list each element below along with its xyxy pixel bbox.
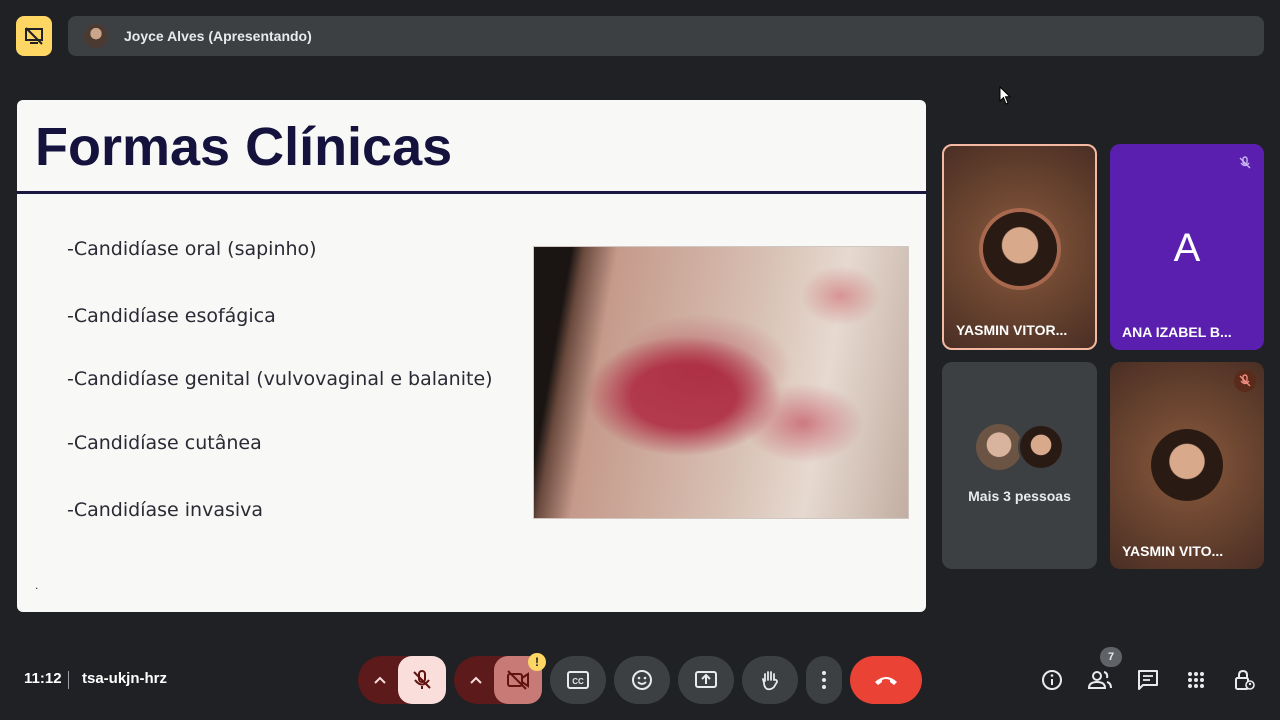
closed-captions-icon: CC <box>567 671 589 689</box>
participant-tile-yasmin[interactable]: YASMIN VITO... <box>1110 362 1264 569</box>
participant-name: ANA IZABEL B... <box>1122 324 1232 340</box>
mic-off-icon <box>1234 152 1256 174</box>
avatar-initial: A <box>1173 226 1201 270</box>
slide-bullet: -Candidíase oral (sapinho) <box>67 238 317 260</box>
people-count-badge: 7 <box>1100 647 1122 667</box>
slide-footnote: . <box>35 578 39 592</box>
avatar <box>983 212 1057 286</box>
camera-warning-badge: ! <box>528 653 546 671</box>
more-vert-icon <box>822 671 826 689</box>
raise-hand-icon <box>762 671 778 691</box>
chat-icon <box>1138 670 1158 690</box>
raise-hand-button[interactable] <box>742 656 798 704</box>
meeting-details-button[interactable] <box>1040 668 1064 692</box>
meeting-code: tsa-ukjn-hrz <box>82 670 168 687</box>
slide-title: Formas Clínicas <box>35 117 453 177</box>
emoji-icon <box>632 670 652 690</box>
slide-bullet: -Candidíase cutânea <box>67 432 262 454</box>
call-end-icon <box>875 677 897 685</box>
more-participants-label: Mais 3 pessoas <box>968 488 1071 504</box>
slide-bullet: -Candidíase genital (vulvovaginal e bala… <box>67 368 493 390</box>
clock: 11:12 <box>24 670 62 687</box>
presentation-slide: Formas Clínicas -Candidíase oral (sapinh… <box>17 100 926 612</box>
chat-button[interactable] <box>1136 668 1160 692</box>
chevron-up-icon <box>470 676 482 684</box>
more-participants-tile[interactable]: Mais 3 pessoas <box>942 362 1097 569</box>
participant-tile-yasmin-active[interactable]: YASMIN VITOR... <box>942 144 1097 350</box>
host-controls-button[interactable] <box>1232 668 1256 692</box>
presentation-off-icon <box>25 27 43 45</box>
svg-text:CC: CC <box>572 677 584 686</box>
mic-toggle-button[interactable] <box>398 656 446 704</box>
participant-tile-ana[interactable]: A ANA IZABEL B... <box>1110 144 1264 350</box>
people-button[interactable] <box>1088 668 1112 692</box>
mic-off-icon <box>1234 370 1256 392</box>
chevron-up-icon <box>374 676 386 684</box>
avatar <box>1151 429 1223 501</box>
mic-options-button[interactable] <box>358 656 402 704</box>
presentation-toggle-button[interactable] <box>16 16 52 56</box>
apps-grid-icon <box>1188 672 1204 688</box>
avatar <box>1018 424 1064 470</box>
participant-name: YASMIN VITOR... <box>956 322 1068 338</box>
lock-person-icon <box>1235 669 1255 690</box>
mic-control-group <box>358 656 446 704</box>
more-options-button[interactable] <box>806 656 842 704</box>
people-icon <box>1088 671 1112 689</box>
presenter-bar: Joyce Alves (Apresentando) <box>68 16 1264 56</box>
avatar <box>976 424 1022 470</box>
captions-button[interactable]: CC <box>550 656 606 704</box>
participant-name: YASMIN VITO... <box>1122 543 1224 559</box>
presenter-label: Joyce Alves (Apresentando) <box>124 28 312 44</box>
camera-options-button[interactable] <box>454 656 498 704</box>
activities-button[interactable] <box>1184 668 1208 692</box>
slide-title-rule <box>17 191 926 194</box>
camera-off-icon <box>507 670 529 690</box>
leave-call-button[interactable] <box>850 656 922 704</box>
divider <box>68 671 69 689</box>
present-screen-button[interactable] <box>678 656 734 704</box>
mouse-cursor-icon <box>999 86 1012 105</box>
skin-rash-photo <box>533 246 909 519</box>
slide-bullet: -Candidíase invasiva <box>67 499 264 521</box>
info-icon <box>1042 670 1062 690</box>
mic-off-icon <box>413 670 431 689</box>
present-screen-icon <box>695 671 717 688</box>
presenter-avatar <box>84 24 108 48</box>
reactions-button[interactable] <box>614 656 670 704</box>
slide-bullet: -Candidíase esofágica <box>67 305 276 327</box>
